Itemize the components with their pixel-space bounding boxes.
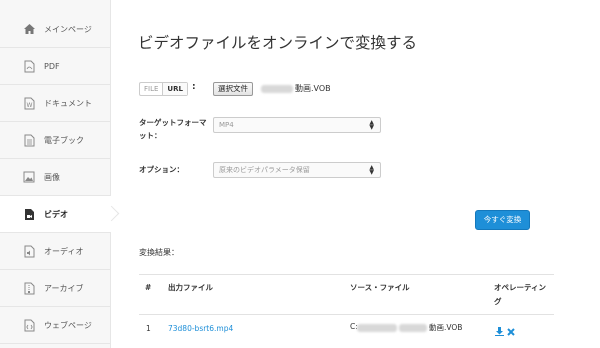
- selected-file-name: 動画.VOB: [295, 84, 331, 93]
- col-header-number: #: [145, 283, 152, 292]
- source-file-name: 動画.VOB: [429, 323, 463, 332]
- table-top-border: [139, 274, 554, 275]
- sidebar-item-document[interactable]: W ドキュメント: [0, 85, 111, 122]
- sidebar-item-home[interactable]: メインページ: [0, 11, 111, 48]
- download-icon[interactable]: [495, 321, 504, 340]
- target-format-value: MP4: [219, 121, 234, 129]
- source-colon: :: [192, 82, 196, 92]
- options-select[interactable]: 原来のビデオパラメータ保留 ▲ ▼: [213, 162, 381, 178]
- archive-icon: [22, 281, 36, 295]
- col-header-operations: オペレーティング: [494, 283, 547, 306]
- target-format-select[interactable]: MP4 ▲ ▼: [213, 117, 381, 133]
- sidebar-item-audio[interactable]: オーディオ: [0, 233, 111, 270]
- sidebar-item-video[interactable]: ビデオ: [0, 196, 111, 233]
- col-header-source: ソース・ファイル: [350, 283, 410, 292]
- select-arrows-icon: ▲ ▼: [369, 164, 374, 176]
- image-icon: [22, 170, 36, 184]
- file-name-redacted: [261, 85, 293, 93]
- sidebar-item-label: 画像: [44, 172, 60, 182]
- file-mode-button[interactable]: FILE: [140, 83, 162, 95]
- sidebar-item-label: PDF: [44, 61, 60, 71]
- sidebar: メインページ PDF W ドキュメント 電子ブック 画像 ビデオ オーディオ ア…: [0, 0, 111, 348]
- select-arrows-icon: ▲ ▼: [369, 119, 374, 131]
- target-format-label: ターゲットフォーマット：: [139, 118, 207, 140]
- source-path-redacted: [399, 324, 427, 332]
- source-mode-toggle: FILE URL: [139, 82, 188, 96]
- webpage-icon: [22, 318, 36, 332]
- url-mode-button[interactable]: URL: [162, 83, 187, 95]
- sidebar-item-label: ウェブページ: [44, 320, 92, 330]
- table-header-border: [139, 314, 554, 315]
- svg-text:W: W: [26, 102, 32, 109]
- sidebar-item-archive[interactable]: アーカイブ: [0, 270, 111, 307]
- delete-icon[interactable]: [507, 321, 515, 340]
- sidebar-item-label: 電子ブック: [44, 135, 84, 145]
- ebook-icon: [22, 133, 36, 147]
- word-document-icon: W: [22, 96, 36, 110]
- choose-file-button[interactable]: 選択文件: [213, 82, 253, 96]
- convert-now-button[interactable]: 今すぐ変換: [475, 210, 530, 230]
- results-label: 変換結果：: [139, 248, 179, 257]
- sidebar-item-label: ドキュメント: [44, 98, 92, 108]
- audio-icon: [22, 244, 36, 258]
- options-label: オプション：: [139, 165, 184, 174]
- source-path-redacted: [357, 324, 397, 332]
- sidebar-item-label: オーディオ: [44, 246, 84, 256]
- sidebar-item-label: ビデオ: [44, 209, 68, 219]
- row-operations: [495, 321, 515, 340]
- options-value: 原来のビデオパラメータ保留: [219, 166, 310, 174]
- page-title: ビデオファイルをオンラインで変換する: [138, 34, 418, 52]
- row-number: 1: [146, 324, 151, 333]
- sidebar-item-pdf[interactable]: PDF: [0, 48, 111, 85]
- sidebar-item-webpage[interactable]: ウェブページ: [0, 307, 111, 344]
- home-icon: [22, 22, 36, 36]
- sidebar-item-ebook[interactable]: 電子ブック: [0, 122, 111, 159]
- video-icon: [22, 207, 36, 221]
- sidebar-item-label: メインページ: [44, 24, 92, 34]
- pdf-file-icon: [22, 59, 36, 73]
- output-file-link[interactable]: 73d80-bsrt6.mp4: [168, 324, 233, 333]
- col-header-output: 出力ファイル: [168, 283, 213, 292]
- sidebar-item-image[interactable]: 画像: [0, 159, 111, 196]
- sidebar-item-label: アーカイブ: [44, 283, 84, 293]
